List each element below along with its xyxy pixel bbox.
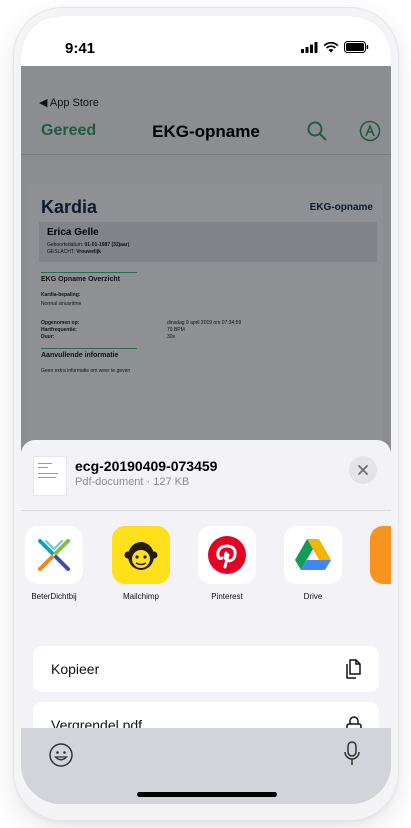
wifi-icon [323, 41, 339, 52]
partial-app-icon [370, 526, 391, 584]
close-icon [358, 465, 368, 475]
section-divider [41, 348, 137, 349]
heart-rate-value: 70 BPM [167, 327, 185, 333]
app-partial[interactable]: B [364, 526, 391, 601]
birth-line: Geboortedatum: 01-01-1987 (32jaar) [47, 242, 130, 248]
app-label: Mailchimp [122, 592, 159, 601]
pinterest-icon [198, 526, 256, 584]
patient-box: Erica Gelle Geboortedatum: 01-01-1987 (3… [39, 222, 377, 262]
recorded-label: Opgenomen op: [41, 320, 80, 326]
beterdichtbij-icon [25, 526, 83, 584]
mailchimp-icon [112, 526, 170, 584]
file-meta: Pdf-document · 127 KB [75, 476, 190, 488]
battery-icon [344, 41, 369, 53]
signal-icon [301, 41, 318, 53]
markup-icon[interactable] [359, 120, 381, 142]
status-bar: 9:41 [21, 16, 391, 66]
keyboard-accessory-bar [21, 728, 391, 804]
app-mailchimp[interactable]: Mailchimp [106, 526, 176, 601]
overview-title: EKG Opname Overzicht [41, 276, 120, 283]
duration-value: 30s [167, 334, 176, 340]
determination-label: Kardia-bepaling: [41, 292, 81, 298]
sheet-divider [21, 510, 391, 511]
screen: 9:41 ◀ App Store Gereed EKG-opname Kardi… [21, 16, 391, 804]
app-label: Drive [303, 592, 323, 601]
pdf-page: Kardia EKG-opname Erica Gelle Geboorteda… [29, 184, 383, 484]
notch [106, 16, 306, 50]
home-indicator [137, 792, 277, 797]
pdf-thumbnail-icon [33, 456, 67, 496]
copy-label: Kopieer [51, 661, 100, 677]
app-label: BeterDichtbij [31, 592, 77, 601]
back-to-app-store[interactable]: ◀ App Store [39, 96, 99, 109]
heart-rate-label: Hartfrequentie: [41, 327, 77, 333]
status-time: 9:41 [65, 40, 96, 57]
file-name: ecg-20190409-073459 [75, 458, 218, 474]
emoji-icon[interactable] [48, 742, 74, 768]
nav-separator [21, 154, 391, 155]
drive-icon [284, 526, 342, 584]
app-drive[interactable]: Drive [278, 526, 348, 601]
kardia-logo: Kardia [41, 197, 98, 217]
app-label: B [364, 592, 391, 601]
app-beterdichtbij[interactable]: BeterDichtbij [21, 526, 89, 601]
recorded-value: dinsdag 9 april 2019 om 07:34:59 [167, 320, 242, 326]
duration-label: Duur: [41, 334, 55, 340]
share-sheet: ecg-20190409-073459 Pdf-document · 127 K… [21, 440, 391, 804]
copy-action[interactable]: Kopieer [33, 646, 379, 692]
doc-header-title: EKG-opname [309, 202, 373, 213]
search-icon[interactable] [306, 120, 328, 142]
page-title: EKG-opname [152, 122, 260, 141]
app-label: Pinterest [211, 592, 243, 601]
microphone-icon[interactable] [343, 740, 361, 768]
extra-info-title: Aanvullende informatie [41, 352, 119, 359]
extra-info-text: Geen extra informatie om weer te geven [41, 368, 131, 374]
determination-value: Normal sinusritme [41, 301, 82, 307]
section-divider [41, 272, 137, 273]
close-button[interactable] [349, 456, 377, 484]
patient-name: Erica Gelle [47, 227, 99, 238]
dimmed-document-view: ◀ App Store Gereed EKG-opname Kardia EKG… [21, 66, 391, 484]
copy-icon [346, 659, 361, 679]
app-pinterest[interactable]: Pinterest [192, 526, 262, 601]
app-row: BeterDichtbij Mailchimp Pinterest Drive [21, 526, 391, 626]
status-icons [301, 41, 369, 53]
gender-line: GESLACHT: Vrouwelijk [47, 249, 101, 255]
